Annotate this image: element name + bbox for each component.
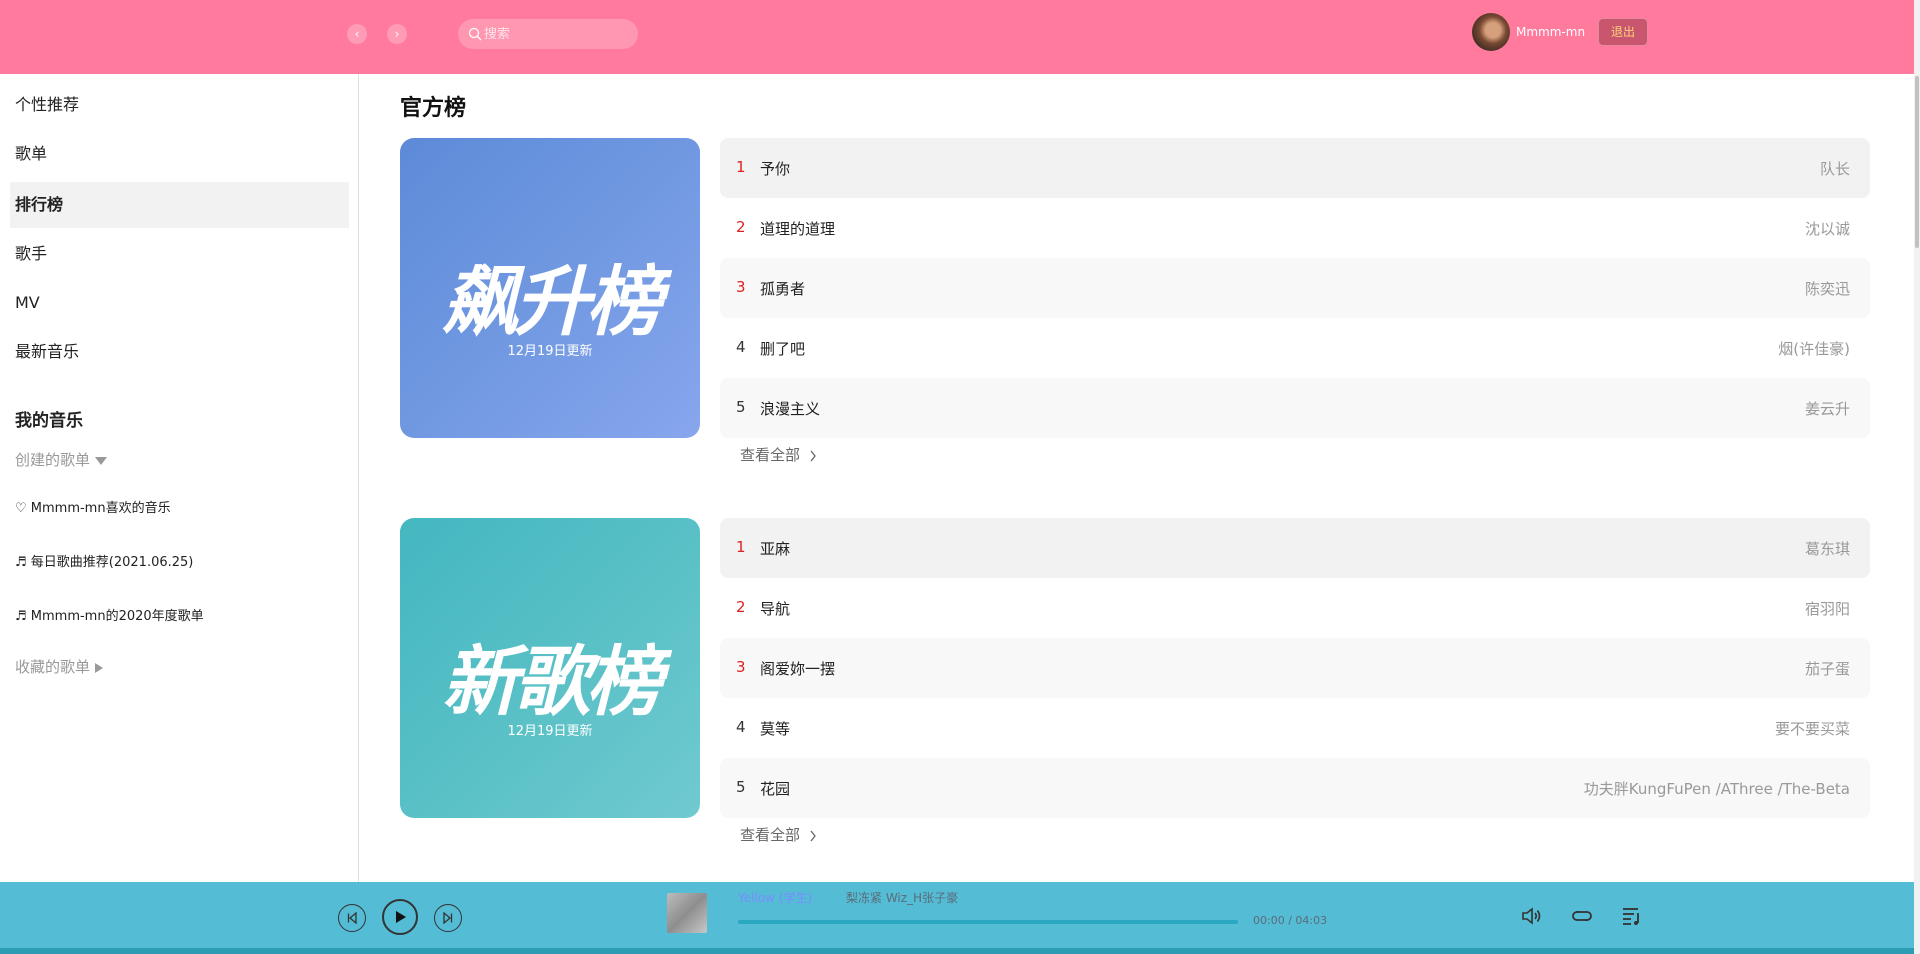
page-scrollbar[interactable] (1914, 0, 1920, 954)
search-input[interactable] (484, 26, 614, 42)
created-playlists-label: 创建的歌单 (15, 451, 91, 469)
track-row[interactable]: 5 浪漫主义 姜云升 (720, 378, 1870, 438)
skip-back-icon (347, 912, 357, 924)
song-time: 00:00 / 04:03 (1253, 914, 1328, 927)
track-row[interactable]: 4 删了吧 烟(许佳豪) (720, 318, 1870, 378)
track-artist: 陈奕迅 (1804, 280, 1850, 298)
track-row[interactable]: 4 莫等 要不要买菜 (720, 698, 1870, 758)
chart-cover-title: 新歌榜 (442, 637, 662, 726)
chevron-right-icon (810, 830, 816, 841)
username[interactable]: Mmmm-mn (1516, 25, 1585, 39)
track-artist: 沈以诚 (1804, 220, 1850, 238)
track-row[interactable]: 1 予你 队长 (720, 138, 1870, 198)
track-artist: 队长 (1819, 160, 1850, 178)
track-artist: 烟(许佳豪) (1778, 340, 1850, 358)
chevron-right-icon (810, 450, 816, 461)
page-title: 官方榜 (400, 96, 467, 121)
track-artist: 姜云升 (1804, 400, 1850, 418)
next-track-button[interactable] (434, 904, 462, 932)
track-name: 浪漫主义 (760, 400, 821, 418)
collected-playlists-label: 收藏的歌单 (15, 658, 91, 676)
track-row[interactable]: 2 道理的道理 沈以诚 (720, 198, 1870, 258)
playlist-queue-icon[interactable] (1620, 904, 1644, 928)
chart-cover-new-songs[interactable]: 新歌榜 12月19日更新 (400, 518, 700, 818)
track-name: 莫等 (760, 720, 791, 738)
track-rank: 5 (736, 398, 746, 416)
track-rank: 3 (736, 658, 746, 676)
playlist-item-daily[interactable]: ♬ 每日歌曲推荐(2021.06.25) (15, 551, 193, 570)
my-music-heading: 我的音乐 (15, 411, 83, 431)
song-title[interactable]: Yellow (学生) (738, 889, 812, 906)
previous-track-button[interactable] (338, 904, 366, 932)
track-name: 予你 (760, 160, 791, 178)
avatar[interactable] (1472, 13, 1510, 51)
created-playlists-toggle[interactable]: 创建的歌单 (15, 449, 107, 470)
chart-update-date: 12月19日更新 (507, 344, 593, 359)
play-icon (396, 911, 406, 923)
sidebar-item-recommend[interactable]: 个性推荐 (10, 82, 349, 128)
chart-update-date: 12月19日更新 (507, 724, 593, 739)
player-bar: Yellow (学生) 梨冻紧 Wiz_H张子豪 00:00 / 04:03 (0, 882, 1914, 954)
progress-bar[interactable] (738, 920, 1238, 924)
track-name: 亚麻 (760, 540, 791, 558)
track-name: 孤勇者 (760, 280, 806, 298)
logout-button[interactable]: 退出 (1598, 18, 1648, 46)
play-button[interactable] (382, 899, 418, 935)
track-artist: 功夫胖KungFuPen /AThree /The-Beta (1583, 780, 1850, 798)
song-cover-thumbnail[interactable] (667, 893, 707, 933)
track-name: 删了吧 (760, 340, 806, 358)
track-rank: 5 (736, 778, 746, 796)
see-all-label: 查看全部 (740, 826, 801, 844)
chart-track-list: 1 予你 队长 2 道理的道理 沈以诚 3 孤勇者 陈奕迅 4 删了吧 烟(许佳… (720, 138, 1870, 438)
caret-right-icon (94, 662, 103, 673)
chart-cover-title: 飙升榜 (442, 257, 662, 346)
song-artists[interactable]: 梨冻紧 Wiz_H张子豪 (846, 889, 958, 906)
skip-forward-icon (443, 912, 453, 924)
playlist-item-2020[interactable]: ♬ Mmmm-mn的2020年度歌单 (15, 605, 204, 624)
track-artist: 要不要买菜 (1774, 720, 1850, 738)
track-row[interactable]: 5 花园 功夫胖KungFuPen /AThree /The-Beta (720, 758, 1870, 818)
track-rank: 2 (736, 218, 746, 236)
volume-icon[interactable] (1520, 904, 1544, 928)
track-row[interactable]: 1 亚麻 葛东琪 (720, 518, 1870, 578)
caret-down-icon (94, 456, 107, 465)
track-rank: 2 (736, 598, 746, 616)
playlist-item-liked[interactable]: ♡ Mmmm-mn喜欢的音乐 (15, 497, 171, 516)
track-rank: 1 (736, 538, 746, 556)
collected-playlists-toggle[interactable]: 收藏的歌单 (15, 656, 103, 677)
see-all-link[interactable]: 查看全部 (740, 824, 817, 845)
track-name: 花园 (760, 780, 791, 798)
chart-track-list: 1 亚麻 葛东琪 2 导航 宿羽阳 3 阁爱妳一摆 茄子蛋 4 莫等 要不要买菜… (720, 518, 1870, 818)
repeat-icon[interactable] (1570, 904, 1594, 928)
top-bar: ‹ › Mmmm-mn 退出 (0, 0, 1914, 74)
track-rank: 3 (736, 278, 746, 296)
track-row[interactable]: 2 导航 宿羽阳 (720, 578, 1870, 638)
track-name: 阁爱妳一摆 (760, 660, 836, 678)
chart-cover-soaring[interactable]: 飙升榜 12月19日更新 (400, 138, 700, 438)
track-artist: 宿羽阳 (1804, 600, 1850, 618)
track-rank: 4 (736, 718, 746, 736)
main-content: 官方榜 飙升榜 12月19日更新 1 予你 队长 2 道理的道理 沈以诚 3 孤… (360, 74, 1914, 882)
search-icon (468, 27, 482, 41)
track-name: 道理的道理 (760, 220, 836, 238)
track-artist: 茄子蛋 (1804, 660, 1850, 678)
track-name: 导航 (760, 600, 791, 618)
see-all-label: 查看全部 (740, 446, 801, 464)
search-box[interactable] (458, 19, 638, 49)
sidebar-item-new-music[interactable]: 最新音乐 (10, 329, 349, 375)
track-rank: 1 (736, 158, 746, 176)
scrollbar-thumb[interactable] (1915, 76, 1919, 248)
track-row[interactable]: 3 阁爱妳一摆 茄子蛋 (720, 638, 1870, 698)
see-all-link[interactable]: 查看全部 (740, 444, 817, 465)
sidebar: 个性推荐 歌单 排行榜 歌手 MV 最新音乐 我的音乐 创建的歌单 ♡ Mmmm… (0, 74, 359, 882)
sidebar-item-playlists[interactable]: 歌单 (10, 131, 349, 177)
track-row[interactable]: 3 孤勇者 陈奕迅 (720, 258, 1870, 318)
track-rank: 4 (736, 338, 746, 356)
forward-button[interactable]: › (387, 24, 407, 44)
sidebar-item-artists[interactable]: 歌手 (10, 231, 349, 277)
back-button[interactable]: ‹ (347, 24, 367, 44)
sidebar-item-mv[interactable]: MV (10, 280, 349, 326)
sidebar-item-charts[interactable]: 排行榜 (10, 182, 349, 228)
track-artist: 葛东琪 (1804, 540, 1850, 558)
